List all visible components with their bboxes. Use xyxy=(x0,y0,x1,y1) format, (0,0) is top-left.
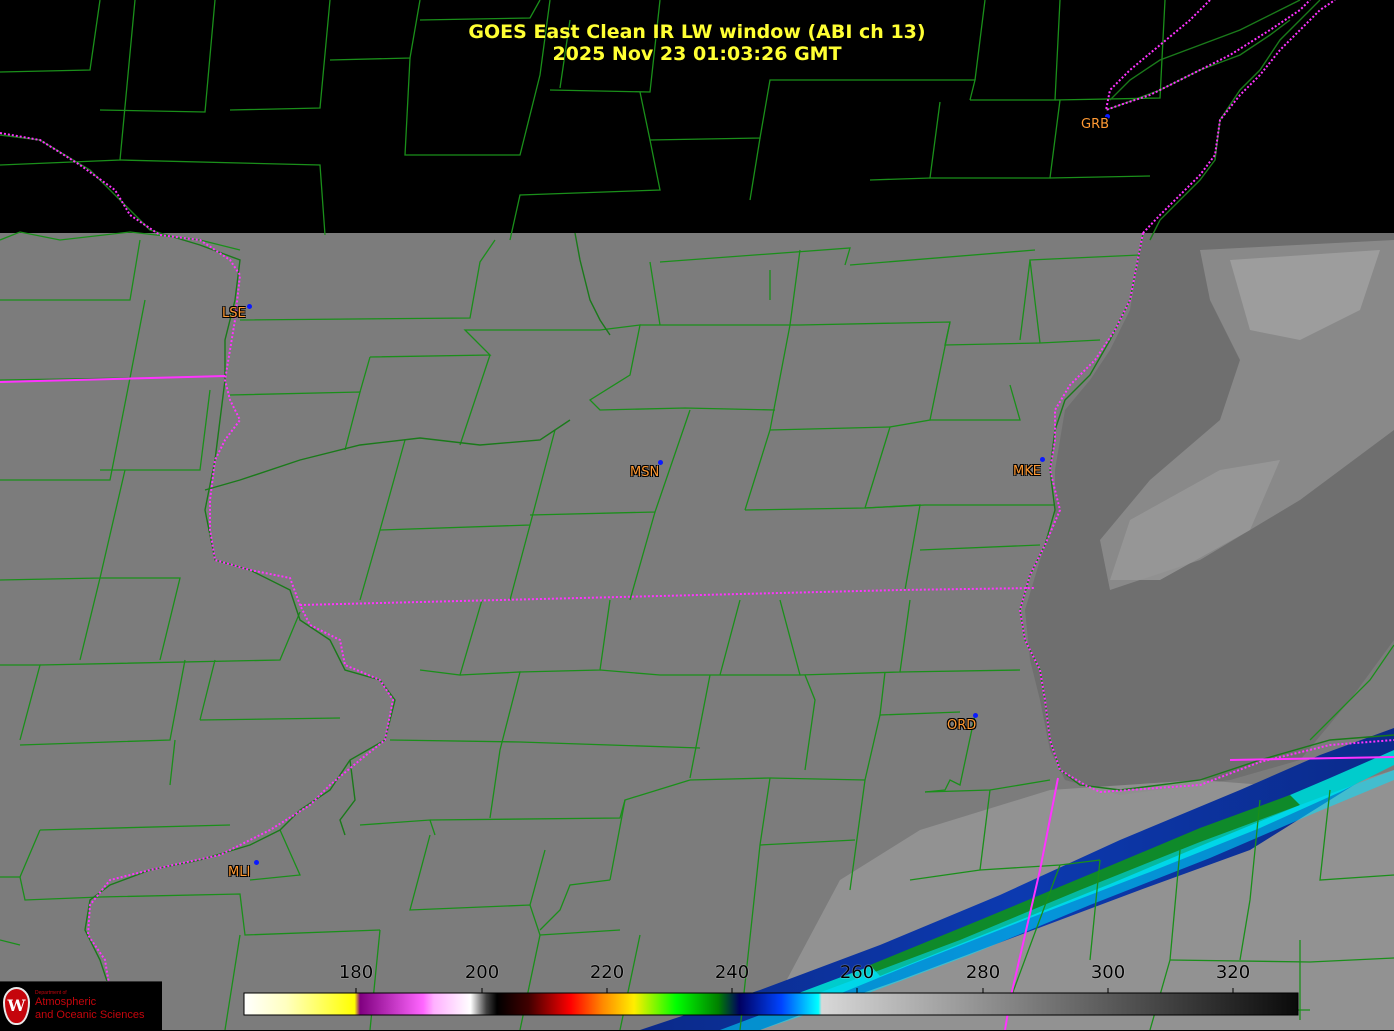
colorbar-tick-label: 300 xyxy=(1090,962,1126,983)
station-label-grb: GRB xyxy=(1081,117,1110,132)
station-dot-lse xyxy=(247,304,252,309)
uw-crest-icon: W xyxy=(3,987,30,1025)
station-dot-mke xyxy=(1040,457,1045,462)
satellite-map xyxy=(0,0,1394,1030)
aos-logo: W Department of Atmospheric and Oceanic … xyxy=(0,981,162,1031)
station-label-ord: ORD xyxy=(947,718,977,733)
colorbar-tick-label: 280 xyxy=(965,962,1001,983)
logo-text-line1: Atmospheric xyxy=(35,996,97,1008)
colorbar-tick-label: 180 xyxy=(338,962,374,983)
colorbar-tick-label: 200 xyxy=(464,962,500,983)
colorbar-tick-label: 240 xyxy=(714,962,750,983)
colorbar-tick-label: 320 xyxy=(1215,962,1251,983)
station-label-mli: MLI xyxy=(228,865,251,880)
image-title: GOES East Clean IR LW window (ABI ch 13) xyxy=(468,21,926,43)
station-label-msn: MSN xyxy=(630,465,660,480)
station-label-mke: MKE xyxy=(1013,464,1041,479)
colorbar-tick-label: 260 xyxy=(839,962,875,983)
station-label-lse: LSE xyxy=(222,306,246,321)
logo-text-line2: and Oceanic Sciences xyxy=(35,1009,145,1021)
station-dot-mli xyxy=(254,860,259,865)
colorbar-tick-label: 220 xyxy=(589,962,625,983)
image-timestamp: 2025 Nov 23 01:03:26 GMT xyxy=(552,43,842,65)
colorbar-fill xyxy=(243,992,1299,1016)
